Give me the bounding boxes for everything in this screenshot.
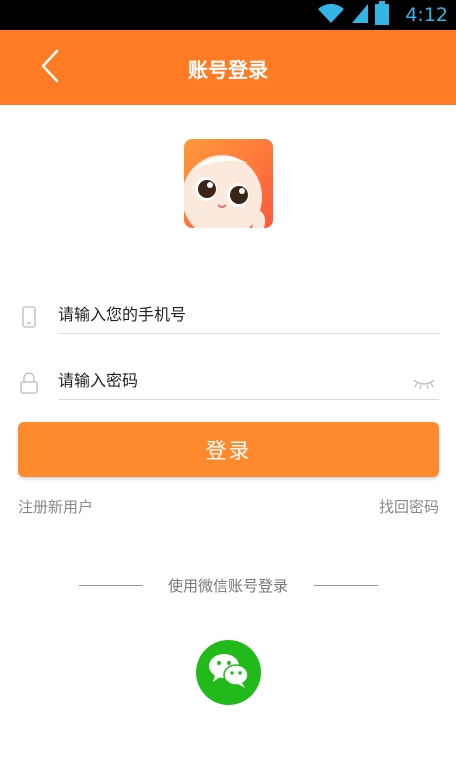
wechat-login-hint: 使用微信账号登录 [167, 577, 288, 595]
phone-field [18, 296, 439, 336]
forgot-password-link[interactable]: 找回密码 [379, 496, 439, 517]
wechat-login-button[interactable] [196, 640, 261, 705]
password-field [18, 362, 439, 402]
status-bar: 4:12 [0, 0, 456, 30]
register-link[interactable]: 注册新用户 [18, 496, 93, 517]
page-title: 账号登录 [188, 58, 268, 82]
lock-icon [18, 370, 40, 396]
eye-closed-icon[interactable] [411, 376, 437, 390]
status-time: 4:12 [405, 4, 448, 26]
status-icons: 4:12 [317, 1, 448, 29]
app-bar: 账号登录 [0, 30, 456, 105]
wifi-icon [317, 2, 345, 28]
app-logo [184, 139, 273, 228]
battery-icon [375, 1, 390, 29]
login-button[interactable]: 登录 [18, 422, 439, 477]
wechat-divider: 使用微信账号登录 [0, 575, 456, 595]
phone-icon [18, 304, 40, 330]
phone-input[interactable] [58, 296, 439, 334]
wechat-icon [207, 651, 251, 695]
divider-line-right [314, 585, 378, 586]
signal-icon [351, 2, 369, 28]
password-input[interactable] [58, 362, 439, 400]
